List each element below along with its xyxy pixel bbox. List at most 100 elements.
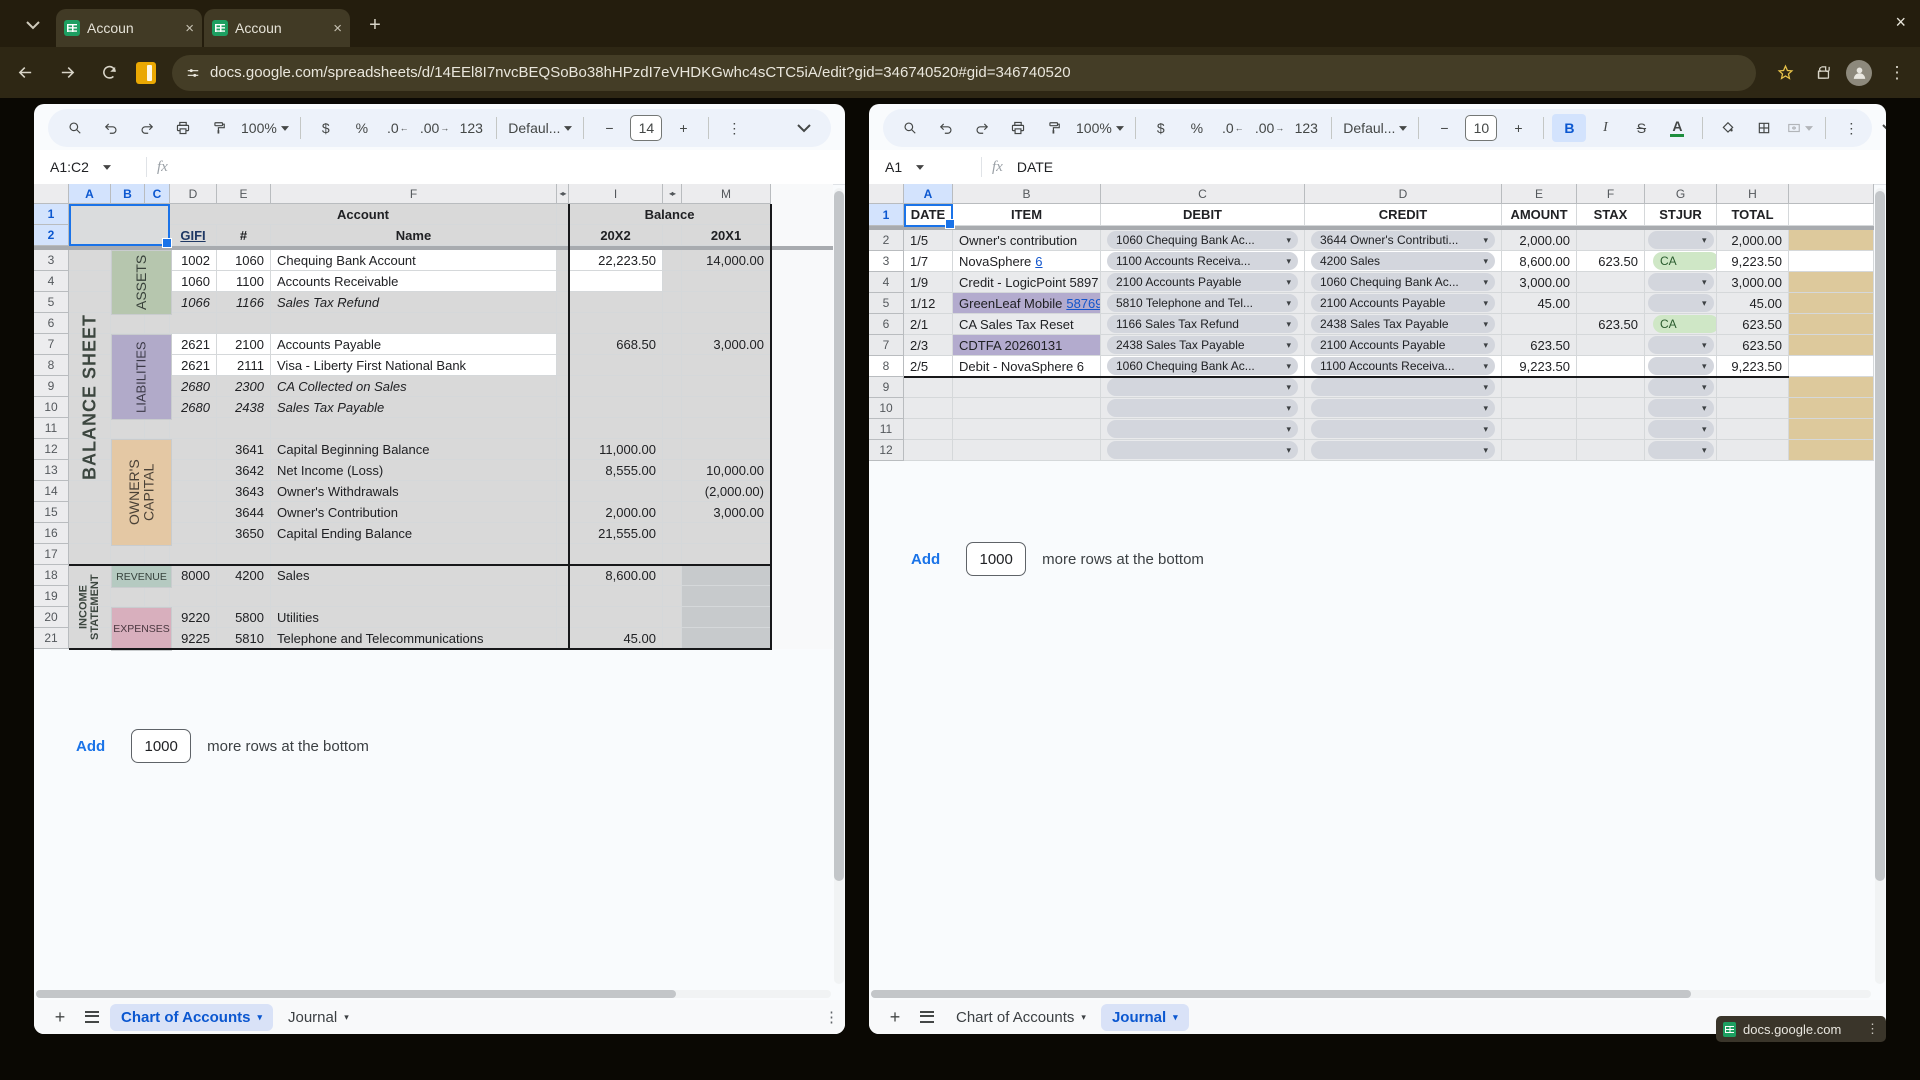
cell[interactable]: 623.50: [1717, 314, 1789, 335]
increase-decimal-button[interactable]: .00→: [417, 114, 452, 142]
cell[interactable]: [953, 377, 1101, 398]
redo-icon[interactable]: [130, 114, 164, 142]
cell[interactable]: 3,000.00: [682, 334, 771, 355]
row-header[interactable]: 13: [34, 460, 69, 481]
cell[interactable]: [271, 544, 557, 565]
cell[interactable]: [170, 418, 217, 439]
cell[interactable]: Utilities: [271, 607, 557, 628]
cell[interactable]: [145, 313, 170, 334]
cell[interactable]: [953, 440, 1101, 461]
debit-dropdown[interactable]: ▾: [1107, 420, 1298, 438]
cell[interactable]: [663, 628, 682, 649]
stjur-dropdown[interactable]: ▾: [1648, 441, 1714, 459]
cell[interactable]: 3,000.00: [1717, 272, 1789, 293]
section-label-balance-sheet[interactable]: BALANCE SHEET: [69, 250, 111, 544]
cell[interactable]: 2/1: [904, 314, 953, 335]
cell[interactable]: [170, 313, 217, 334]
row-header[interactable]: 5: [869, 293, 904, 314]
add-rows-count-input[interactable]: [966, 542, 1026, 576]
cell[interactable]: [1717, 440, 1789, 461]
cell[interactable]: [682, 355, 771, 376]
cell[interactable]: [953, 419, 1101, 440]
cell[interactable]: [145, 418, 170, 439]
add-rows-count-input[interactable]: [131, 729, 191, 763]
cell-total-header[interactable]: TOTAL: [1717, 204, 1789, 226]
stjur-dropdown[interactable]: ▾: [1648, 231, 1714, 249]
cell[interactable]: [1577, 335, 1645, 356]
cell[interactable]: [170, 502, 217, 523]
cell-stjur-header[interactable]: STJUR: [1645, 204, 1717, 226]
cell[interactable]: [682, 418, 771, 439]
more-formats-button[interactable]: 123: [454, 114, 488, 142]
cell[interactable]: [1789, 419, 1874, 440]
column-header-d[interactable]: D: [1305, 184, 1502, 204]
cell[interactable]: ▾: [1645, 335, 1717, 356]
cell[interactable]: (2,000.00): [682, 481, 771, 502]
cell[interactable]: 21,555.00: [569, 523, 663, 544]
cell-20x2-header[interactable]: 20X2: [569, 225, 663, 246]
cell[interactable]: ▾: [1645, 419, 1717, 440]
bold-button[interactable]: B: [1552, 114, 1586, 142]
cell[interactable]: [682, 271, 771, 292]
cell[interactable]: [1789, 204, 1874, 226]
stjur-dropdown[interactable]: ▾: [1648, 336, 1714, 354]
sheet-t��b-kebab-icon[interactable]: ⋮: [824, 1008, 839, 1026]
debit-dropdown[interactable]: ▾: [1107, 378, 1298, 396]
row-header[interactable]: 3: [869, 251, 904, 272]
cell[interactable]: [569, 418, 663, 439]
select-all-corner[interactable]: [34, 184, 69, 204]
format-percent-button[interactable]: %: [345, 114, 379, 142]
cell[interactable]: [569, 607, 663, 628]
cell[interactable]: [663, 292, 682, 313]
credit-dropdown[interactable]: ▾: [1311, 420, 1495, 438]
debit-dropdown[interactable]: 2438 Sales Tax Payable▾: [1107, 336, 1298, 354]
add-rows-button[interactable]: Add: [66, 732, 115, 761]
cell[interactable]: 3641: [217, 439, 271, 460]
strikethrough-button[interactable]: S: [1624, 114, 1658, 142]
increase-font-size-button[interactable]: +: [666, 114, 700, 142]
cell[interactable]: 1/12: [904, 293, 953, 314]
increase-font-size-button[interactable]: +: [1501, 114, 1535, 142]
undo-icon[interactable]: [94, 114, 128, 142]
cell[interactable]: 2,000.00: [1502, 230, 1577, 251]
row-header[interactable]: 10: [34, 397, 69, 418]
cell[interactable]: [682, 523, 771, 544]
cell[interactable]: [170, 523, 217, 544]
cell[interactable]: [1789, 230, 1874, 251]
cell[interactable]: 2/3: [904, 335, 953, 356]
row-header[interactable]: 16: [34, 523, 69, 544]
cell[interactable]: 2680: [170, 397, 217, 418]
cell[interactable]: [271, 418, 557, 439]
cell[interactable]: [682, 607, 771, 628]
cell-credit-header[interactable]: CREDIT: [1305, 204, 1502, 226]
decrease-font-size-button[interactable]: −: [1427, 114, 1461, 142]
cell[interactable]: 623.50: [1717, 335, 1789, 356]
cell[interactable]: [1717, 377, 1789, 398]
cell[interactable]: [663, 523, 682, 544]
cell[interactable]: ▾: [1645, 398, 1717, 419]
cell[interactable]: ▾: [1305, 440, 1502, 461]
cell[interactable]: 9,223.50: [1502, 356, 1577, 377]
print-icon[interactable]: [166, 114, 200, 142]
cell[interactable]: 4200 Sales▾: [1305, 251, 1502, 272]
credit-dropdown[interactable]: 1060 Chequing Bank Ac...▾: [1311, 273, 1495, 291]
cell[interactable]: 22,223.50: [569, 250, 663, 271]
stjur-dropdown[interactable]: CA: [1653, 252, 1717, 270]
cell[interactable]: 1060: [170, 271, 217, 292]
cell[interactable]: 2,000.00: [1717, 230, 1789, 251]
credit-dropdown[interactable]: 2100 Accounts Payable▾: [1311, 336, 1495, 354]
tab-close-icon[interactable]: ×: [333, 20, 342, 37]
row-header[interactable]: 1: [34, 204, 69, 225]
cell[interactable]: ▾: [1101, 440, 1305, 461]
add-rows-button[interactable]: Add: [901, 545, 950, 574]
cell[interactable]: [1577, 419, 1645, 440]
column-header-e[interactable]: E: [217, 184, 271, 204]
cell[interactable]: [1789, 377, 1874, 398]
stjur-dropdown[interactable]: ▾: [1648, 420, 1714, 438]
decrease-font-size-button[interactable]: −: [592, 114, 626, 142]
fill-handle[interactable]: [945, 219, 955, 229]
cell[interactable]: 2680: [170, 376, 217, 397]
cell[interactable]: 4200: [217, 565, 271, 586]
font-select[interactable]: Defaul...: [1340, 114, 1410, 142]
cell[interactable]: CA: [1645, 314, 1717, 335]
